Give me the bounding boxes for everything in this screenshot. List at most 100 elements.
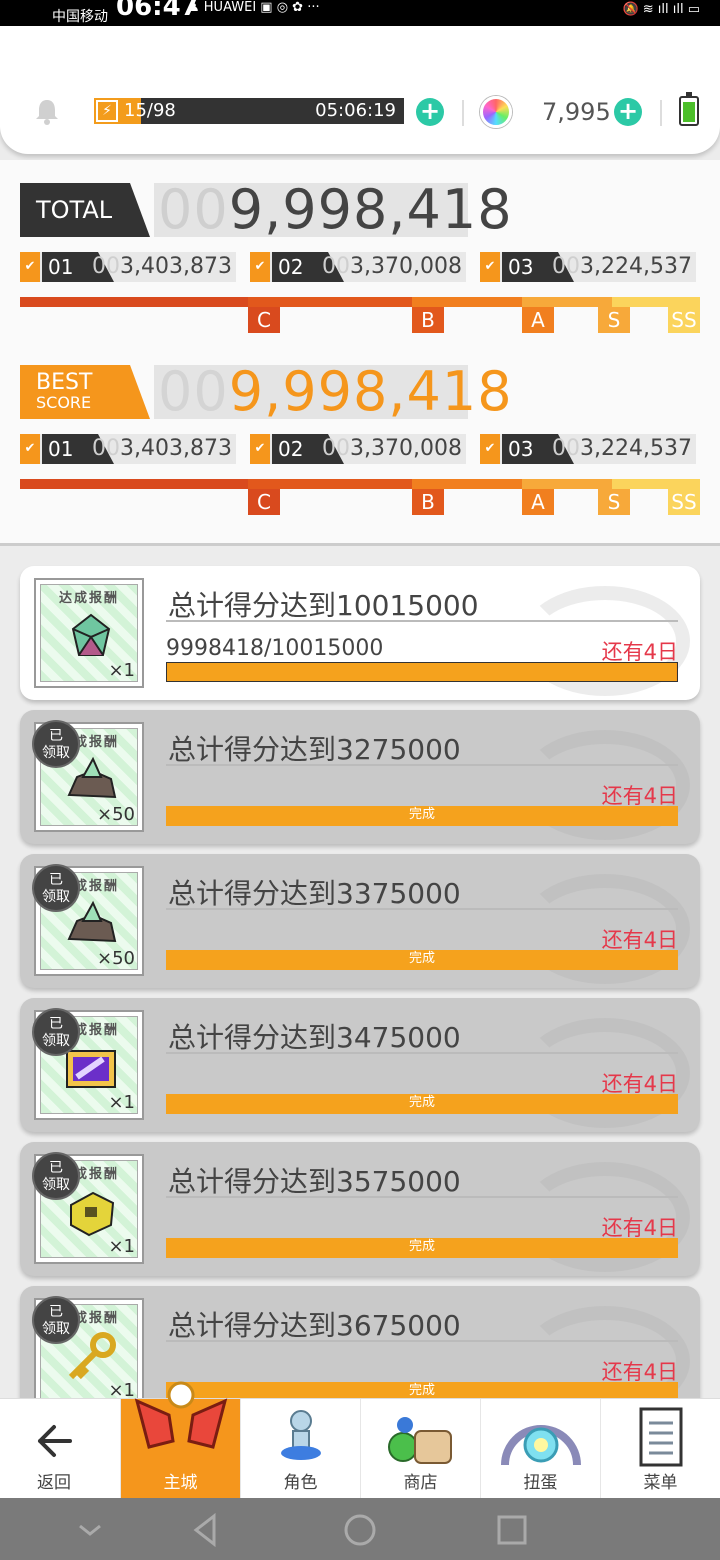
rank-segment [248, 479, 412, 489]
best-song-score-2: ✔ 02 003,370,008 [250, 434, 466, 464]
rank-marker-c: C [248, 307, 280, 333]
recents-square-icon[interactable] [494, 1512, 530, 1548]
progress-text: 9998418/10015000 [166, 636, 384, 661]
progress-bar-label: 完成 [408, 807, 435, 822]
home-circle-icon[interactable] [342, 1512, 378, 1548]
key-icon [68, 1332, 116, 1380]
reward-card[interactable]: 达成报酬 ×1 [34, 578, 144, 688]
stamina-timer: 05:06:19 [315, 100, 396, 121]
rainbow-gem-icon [480, 96, 512, 128]
reward-count: ×50 [97, 948, 135, 969]
progress-bar: 完成 [166, 806, 678, 826]
total-score: 009,998,418 [154, 183, 512, 237]
shop-icon [388, 1417, 452, 1464]
progress-bar: 完成 [166, 1238, 678, 1258]
mission-card[interactable]: 达成报酬 ×50 已领取 总计得分达到3275000 还有4日 完成 [20, 710, 700, 844]
resource-bar: ⚡ 15/98 05:06:19 + 7,995 + [0, 26, 720, 154]
nav-character[interactable]: 角色 [240, 1399, 360, 1499]
system-nav-bar [0, 1498, 720, 1560]
ore-icon [67, 756, 117, 799]
rank-marker-ss: SS [668, 307, 700, 333]
character-icon [281, 1410, 321, 1460]
divider [166, 1052, 678, 1054]
progress-bar-label: 完成 [408, 1095, 435, 1110]
mission-card[interactable]: 达成报酬 ×1 总计得分达到10015000 9998418/10015000 还有4日 [20, 566, 700, 700]
mission-title: 总计得分达到3375000 [168, 877, 461, 910]
rank-marker-a: A [522, 489, 554, 515]
lightning-icon: ⚡ [96, 100, 118, 122]
check-icon: ✔ [20, 434, 40, 464]
divider [660, 100, 662, 126]
back-button[interactable]: 返回 [0, 1399, 108, 1499]
reward-card[interactable]: 达成报酬 ×1 已领取 [32, 1296, 144, 1408]
battery-icon [679, 92, 699, 126]
bell-icon[interactable] [32, 96, 62, 126]
rank-segment [412, 297, 522, 307]
ore-icon [67, 900, 117, 943]
claimed-badge: 已领取 [32, 864, 80, 912]
best-song-score-3: ✔ 03 003,224,537 [480, 434, 696, 464]
mission-card[interactable]: 达成报酬 ×1 已领取 总计得分达到3475000 还有4日 完成 [20, 998, 700, 1132]
nav-shop[interactable]: 商店 [360, 1399, 480, 1499]
score-panel: TOTAL 009,998,418 ✔ 01 003,403,873 ✔ 02 00… [0, 160, 720, 546]
reward-card[interactable]: 达成报酬 ×50 已领取 [32, 864, 144, 976]
mission-title: 总计得分达到3675000 [168, 1309, 461, 1342]
add-stamina-button[interactable]: + [416, 98, 444, 126]
progress-bar: 完成 [166, 950, 678, 970]
reward-heading: 达成报酬 [58, 591, 119, 606]
add-gem-button[interactable]: + [614, 98, 642, 126]
reward-count: ×50 [97, 804, 135, 825]
mission-card[interactable]: 达成报酬 ×50 已领取 总计得分达到3375000 还有4日 完成 [20, 854, 700, 988]
castle-icon [134, 1381, 228, 1449]
block-icon [70, 1191, 115, 1237]
progress-bar: 完成 [166, 1094, 678, 1114]
notification-icons: ♟ HUAWEI ▣ ◎ ✿ ··· [188, 0, 320, 15]
nav-label: 菜单 [643, 1473, 678, 1493]
nav-main-city[interactable]: 主城 [120, 1381, 240, 1499]
nav-gacha[interactable]: 扭蛋 [480, 1399, 600, 1499]
stamina-bar: ⚡ 15/98 05:06:19 [94, 98, 404, 124]
reward-count: ×1 [108, 1236, 135, 1257]
divider [166, 908, 678, 910]
rank-segment [612, 479, 700, 489]
back-arrow-icon [38, 1425, 72, 1457]
total-label: TOTAL [20, 183, 150, 237]
nav-menu[interactable]: 菜单 [600, 1399, 720, 1499]
chevron-down-icon[interactable] [72, 1512, 108, 1548]
total-song-score-2: ✔ 02 003,370,008 [250, 252, 466, 282]
rank-marker-ss: SS [668, 489, 700, 515]
nav-label: 扭蛋 [523, 1473, 558, 1493]
rank-marker-a: A [522, 307, 554, 333]
rank-marker-b: B [412, 307, 444, 333]
mission-list[interactable]: 达成报酬 ×1 总计得分达到10015000 9998418/10015000 还有4日… [0, 548, 720, 1418]
claimed-badge: 已领取 [32, 1152, 80, 1200]
clock: 06:47 [116, 0, 199, 22]
best-rank-bar: C B A S SS [20, 479, 700, 515]
divider [166, 1340, 678, 1342]
rank-segment [20, 297, 248, 307]
reward-card[interactable]: 达成报酬 ×1 已领取 [32, 1152, 144, 1264]
reward-count: ×1 [108, 660, 135, 681]
system-icons: 🔕 ≋ ıll ıll ▭ [622, 2, 700, 17]
best-score: 009,998,418 [154, 365, 512, 419]
mission-card[interactable]: 达成报酬 ×1 已领取 总计得分达到3575000 还有4日 完成 [20, 1142, 700, 1276]
ticket-icon [66, 1050, 116, 1088]
progress-bar-label: 完成 [408, 951, 435, 966]
nav-label: 主城 [163, 1473, 198, 1493]
reward-card[interactable]: 达成报酬 ×50 已领取 [32, 720, 144, 832]
progress-bar [166, 662, 678, 682]
best-score-label: BEST SCORE [20, 365, 150, 419]
gacha-icon [501, 1425, 581, 1466]
gem-icon [71, 613, 111, 656]
rank-segment [522, 479, 612, 489]
mission-title: 总计得分达到3275000 [168, 733, 461, 766]
divider [462, 100, 464, 126]
nav-label: 商店 [403, 1473, 438, 1493]
reward-card[interactable]: 达成报酬 ×1 已领取 [32, 1008, 144, 1120]
claimed-badge: 已领取 [32, 1296, 80, 1344]
check-icon: ✔ [20, 252, 40, 282]
back-triangle-icon[interactable] [188, 1512, 224, 1548]
total-song-score-1: ✔ 01 003,403,873 [20, 252, 236, 282]
back-label: 返回 [37, 1473, 71, 1493]
mission-title: 总计得分达到3475000 [168, 1021, 461, 1054]
